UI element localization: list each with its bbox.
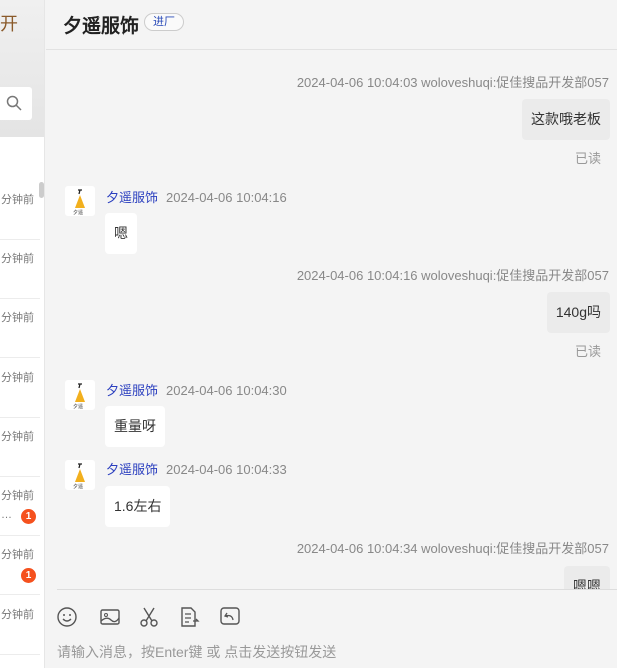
conversation-time: 分钟前 [1,253,34,265]
conversation-preview: … [1,509,12,521]
sender-name: 夕遥服饰 [106,190,159,205]
conversation-time: 分钟前 [1,549,34,561]
message-bubble-outgoing: 嗯嗯 [564,566,610,589]
sender-line: 夕遥服饰 2024-04-06 10:04:16 [106,187,287,206]
message-bubble-incoming: 1.6左右 [105,486,171,527]
brand-logo-icon: 夕遥 [73,463,85,490]
chat-title: 夕遥服饰 [63,16,140,37]
sender-name: 夕遥服饰 [106,462,159,477]
conversation-item[interactable]: 分钟前 [0,181,40,240]
search-icon [6,95,22,111]
unread-badge: 1 [21,509,36,524]
message-bubble-incoming: 重量呀 [105,406,165,447]
brand-logo-icon: 夕遥 [73,189,85,216]
conversation-item[interactable]: 分钟前 [0,596,40,655]
input-divider [57,589,617,590]
reply-icon[interactable] [219,606,241,628]
unread-badge: 1 [21,568,36,583]
search-button[interactable] [0,87,32,120]
sender-name: 夕遥服饰 [106,383,159,398]
message-meta: 2024-04-06 10:04:16 woloveshuqi:促佳搜品开发部0… [296,268,609,283]
svg-text:夕遥: 夕遥 [73,483,83,490]
read-status: 已读 [574,151,601,166]
svg-text:夕遥: 夕遥 [73,209,83,216]
status-tag: 进厂 [144,13,184,31]
left-panel-title: 开 [0,14,18,34]
brand-logo-icon: 夕遥 [73,383,85,410]
message-bubble-incoming: 嗯 [105,213,137,254]
conversation-item[interactable]: 分钟前 [0,359,40,418]
conversation-time: 分钟前 [1,490,34,502]
chat-header: 夕遥服饰 进厂 [46,0,617,50]
message-meta: 2024-04-06 10:04:34 woloveshuqi:促佳搜品开发部0… [296,541,609,556]
scrollbar[interactable] [39,182,44,198]
message-input[interactable]: 请输入消息，按Enter键 或 点击发送按钮发送 [57,642,336,662]
conversation-time: 分钟前 [1,312,34,324]
conversation-time: 分钟前 [1,194,34,206]
message-time: 2024-04-06 10:04:30 [166,383,287,398]
conversation-item[interactable]: 分钟前 1 [0,536,40,595]
left-panel-header: 开 [0,0,44,137]
sender-line: 夕遥服饰 2024-04-06 10:04:33 [106,459,287,478]
image-icon[interactable] [99,606,121,628]
conversation-item[interactable]: 分钟前 … 1 [0,477,40,536]
conversation-item[interactable]: 分钟前 [0,418,40,477]
message-time: 2024-04-06 10:04:16 [166,190,287,205]
scissors-icon[interactable] [138,606,160,628]
conversation-item[interactable]: 分钟前 [0,240,40,299]
conversation-list-panel: 开 分钟前 分钟前 分钟前 分钟前 分钟前 分钟前 … 1 分钟前 1 分钟前 [0,0,45,668]
avatar[interactable]: 夕遥 [65,460,95,490]
emoji-icon[interactable] [56,606,78,628]
conversation-time: 分钟前 [1,609,34,621]
message-meta: 2024-04-06 10:04:03 woloveshuqi:促佳搜品开发部0… [296,75,609,90]
conversation-time: 分钟前 [1,372,34,384]
conversation-item[interactable]: 分钟前 [0,299,40,358]
document-icon[interactable] [178,606,200,628]
conversation-time: 分钟前 [1,431,34,443]
avatar[interactable]: 夕遥 [65,380,95,410]
avatar[interactable]: 夕遥 [65,186,95,216]
read-status: 已读 [574,344,601,359]
svg-text:夕遥: 夕遥 [73,403,83,410]
message-bubble-outgoing: 这款哦老板 [522,99,610,140]
sender-line: 夕遥服饰 2024-04-06 10:04:30 [106,380,287,399]
message-time: 2024-04-06 10:04:33 [166,462,287,477]
message-bubble-outgoing: 140g吗 [546,292,610,333]
